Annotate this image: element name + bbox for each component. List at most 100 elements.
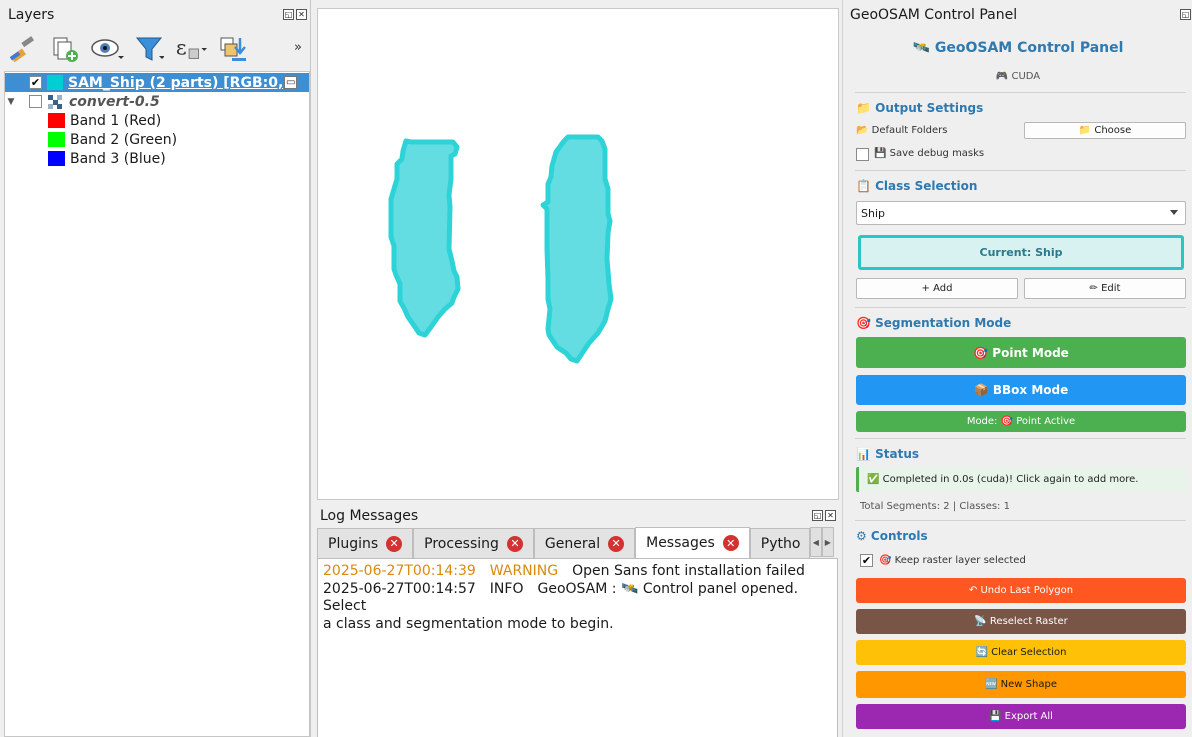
add-class-button[interactable]: + Add — [856, 278, 1018, 299]
tab-scroll-right-icon[interactable]: ▶ — [821, 527, 834, 557]
filter-icon[interactable] — [132, 32, 166, 66]
geoosam-dock-title: GeoOSAM Control Panel — [850, 7, 1018, 23]
undo-last-polygon-button[interactable]: ↶ Undo Last Polygon — [856, 578, 1186, 603]
geoosam-panel: GeoOSAM Control Panel ◱ 🛰️ GeoOSAM Contr… — [842, 0, 1192, 737]
toolbar-overflow-icon[interactable]: » — [294, 40, 302, 55]
segmentation-mode-title: 🎯 Segmentation Mode — [856, 316, 1012, 330]
new-shape-button[interactable]: 🆕 New Shape — [856, 671, 1186, 698]
export-all-button[interactable]: 💾 Export All — [856, 704, 1186, 729]
chevron-down-icon — [1170, 210, 1178, 215]
log-title: Log Messages — [320, 508, 419, 524]
tab-python[interactable]: Pytho — [749, 528, 810, 558]
tab-messages[interactable]: Messages ✕ — [635, 527, 750, 558]
log-timestamp: 2025-06-27T00:14:39 — [323, 563, 476, 579]
map-canvas[interactable] — [317, 8, 839, 500]
close-tab-icon[interactable]: ✕ — [386, 535, 403, 552]
tab-label: General — [544, 535, 601, 552]
ship-polygon-1[interactable] — [388, 138, 461, 338]
layer-visibility-checkbox[interactable] — [29, 95, 42, 108]
ship-polygon-2[interactable] — [540, 134, 614, 364]
bbox-mode-button[interactable]: 📦 BBox Mode — [856, 375, 1186, 405]
close-icon[interactable]: ✕ — [825, 510, 836, 521]
layer-label: SAM_Ship (2 parts) [RGB:0,206 — [68, 74, 283, 91]
tab-label: Messages — [646, 535, 715, 551]
layer-item-sam-ship[interactable]: ✔ SAM_Ship (2 parts) [RGB:0,206 ▭ — [5, 73, 309, 92]
log-timestamp: 2025-06-27T00:14:57 — [323, 580, 476, 597]
edit-state-icon: ▭ — [284, 76, 298, 89]
style-brush-icon[interactable] — [6, 32, 40, 66]
divider — [855, 438, 1186, 439]
layer-visibility-checkbox[interactable]: ✔ — [29, 76, 42, 89]
layers-dock-buttons: ◱ ✕ — [283, 9, 307, 20]
tab-label: Plugins — [328, 535, 379, 552]
save-debug-masks-checkbox[interactable] — [856, 148, 869, 161]
keep-raster-label: 🎯 Keep raster layer selected — [879, 555, 1026, 566]
layer-label: convert-0.5 — [69, 93, 160, 110]
status-title: 📊 Status — [856, 447, 920, 461]
float-icon[interactable]: ◱ — [1180, 9, 1191, 20]
layer-tree: ✔ SAM_Ship (2 parts) [RGB:0,206 ▭ ▼ conv… — [4, 71, 310, 737]
mode-indicator: Mode: 🎯 Point Active — [856, 411, 1186, 432]
tab-general[interactable]: General ✕ — [533, 528, 636, 558]
close-tab-icon[interactable]: ✕ — [722, 535, 739, 551]
device-label: 🎮 CUDA — [995, 71, 1041, 82]
controls-title: ⚙ Controls — [856, 529, 928, 543]
raster-icon — [48, 94, 62, 109]
segment-totals: Total Segments: 2 | Classes: 1 — [860, 501, 1010, 512]
chevron-down-icon[interactable]: ▼ — [5, 97, 17, 107]
tab-label: Processing — [424, 535, 499, 552]
divider — [855, 307, 1186, 308]
log-entry: 2025-06-27T00:14:39 WARNING Open Sans font… — [323, 563, 832, 581]
layer-symbol-swatch — [47, 75, 63, 90]
log-message-area[interactable]: 2025-06-27T00:14:39 WARNING Open Sans font… — [317, 558, 838, 737]
log-level: INFO — [489, 580, 524, 597]
float-icon[interactable]: ◱ — [812, 510, 823, 521]
current-class-indicator: Current: Ship — [858, 235, 1184, 270]
clear-selection-button[interactable]: 🔄 Clear Selection — [856, 640, 1186, 665]
qgis-window: Layers ◱ ✕ ε » ✔ SAM_Ship (2 parts) [RGB… — [0, 0, 1192, 737]
band-label: Band 3 (Blue) — [70, 150, 166, 167]
divider — [855, 92, 1186, 93]
log-text: a class and segmentation mode to begin. — [323, 615, 614, 632]
band-swatch-green — [48, 132, 65, 147]
point-mode-button[interactable]: 🎯 Point Mode — [856, 337, 1186, 368]
tab-plugins[interactable]: Plugins ✕ — [317, 528, 414, 558]
collapse-all-icon[interactable] — [216, 32, 250, 66]
layers-title: Layers — [8, 7, 55, 23]
edit-class-button[interactable]: ✏ Edit — [1024, 278, 1186, 299]
log-level: WARNING — [489, 563, 559, 579]
band-swatch-blue — [48, 151, 65, 166]
float-icon[interactable]: ◱ — [283, 9, 294, 20]
layer-item-convert[interactable]: ▼ convert-0.5 — [5, 92, 309, 111]
log-entry-continued: a class and segmentation mode to begin. — [323, 616, 832, 634]
output-settings-title: 📁 Output Settings — [856, 101, 984, 115]
close-tab-icon[interactable]: ✕ — [608, 535, 625, 552]
band-label: Band 1 (Red) — [70, 112, 162, 129]
band-swatch-red — [48, 113, 65, 128]
choose-folder-button[interactable]: 📁 Choose — [1024, 122, 1186, 139]
tab-label: Pytho — [760, 535, 801, 552]
log-dock-buttons: ◱ ✕ — [812, 510, 836, 521]
reselect-raster-button[interactable]: 📡 Reselect Raster — [856, 609, 1186, 634]
status-message: ✅ Completed in 0.0s (cuda)! Click again … — [856, 467, 1186, 492]
visibility-eye-icon[interactable] — [90, 32, 124, 66]
class-select[interactable]: Ship — [856, 201, 1186, 225]
tab-scroll-left-icon[interactable]: ◀ — [809, 527, 822, 557]
close-icon[interactable]: ✕ — [296, 9, 307, 20]
tab-processing[interactable]: Processing ✕ — [413, 528, 534, 558]
divider — [855, 170, 1186, 171]
svg-text:ε: ε — [176, 36, 187, 60]
log-text: Open Sans font installation failed — [572, 563, 805, 579]
keep-raster-checkbox[interactable]: ✔ — [860, 554, 873, 567]
geoosam-dock-buttons: ◱ — [1180, 9, 1191, 20]
band-item-green: Band 2 (Green) — [5, 130, 309, 149]
layers-panel: Layers ◱ ✕ ε » ✔ SAM_Ship (2 parts) [RGB… — [0, 0, 311, 737]
log-tabs: Plugins ✕ Processing ✕ General ✕ Message… — [317, 527, 840, 558]
layers-toolbar: ε » — [6, 30, 306, 68]
expression-filter-icon[interactable]: ε — [174, 32, 208, 66]
band-label: Band 2 (Green) — [70, 131, 178, 148]
class-select-value: Ship — [861, 206, 885, 220]
close-tab-icon[interactable]: ✕ — [506, 535, 523, 552]
add-group-icon[interactable] — [48, 32, 82, 66]
band-item-red: Band 1 (Red) — [5, 111, 309, 130]
